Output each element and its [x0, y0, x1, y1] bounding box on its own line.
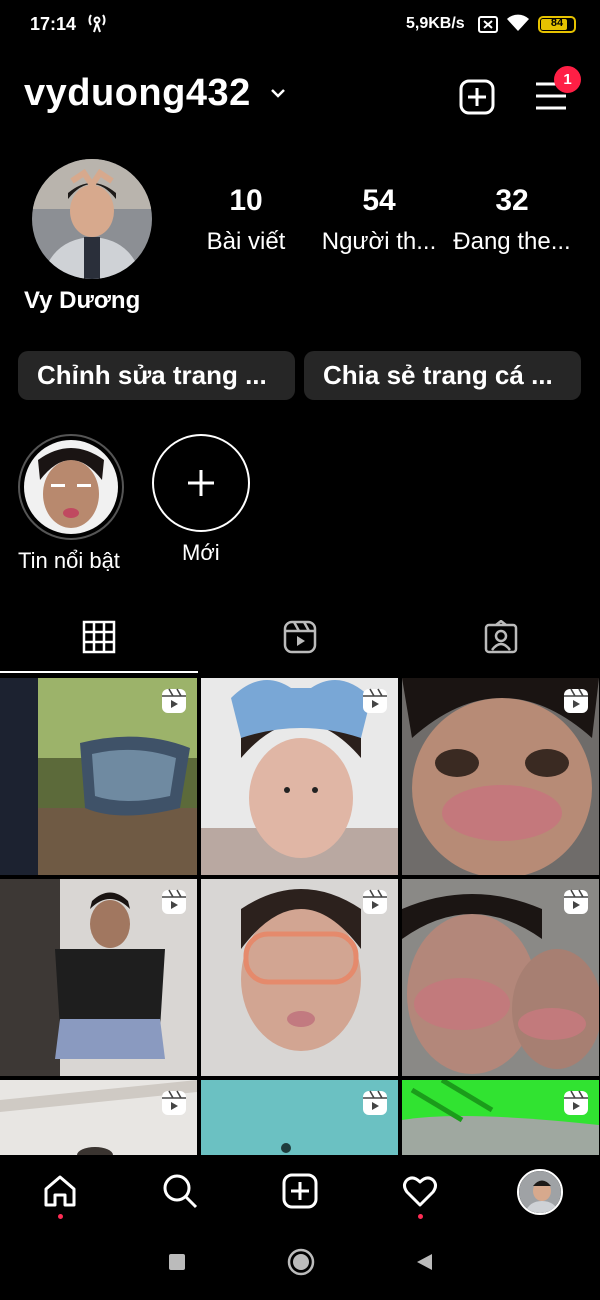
- stat-posts-label: Bài viết: [206, 228, 286, 255]
- new-highlight-label: Mới: [182, 540, 220, 565]
- heart-icon[interactable]: [401, 1172, 439, 1210]
- profile-avatar[interactable]: [32, 159, 152, 279]
- back-icon[interactable]: [414, 1252, 434, 1272]
- post-thumbnail[interactable]: [201, 879, 398, 1076]
- profile-avatar[interactable]: [517, 1169, 563, 1215]
- reel-icon: [564, 889, 588, 914]
- search-icon[interactable]: [161, 1172, 199, 1210]
- home-button-icon[interactable]: [287, 1248, 315, 1276]
- reel-icon: [162, 1090, 186, 1115]
- no-sim-icon: [478, 16, 498, 33]
- reel-icon: [363, 1090, 387, 1115]
- post-thumbnail[interactable]: [0, 1080, 197, 1155]
- activity-notification-dot: [418, 1214, 423, 1219]
- stat-following-label: Đang the...: [453, 228, 571, 255]
- reel-icon: [564, 1090, 588, 1115]
- display-name: Vy Dương: [24, 287, 141, 314]
- reel-icon: [363, 889, 387, 914]
- post-thumbnail[interactable]: [402, 678, 599, 875]
- reel-icon: [162, 688, 186, 713]
- stat-posts-value: 10: [229, 184, 263, 217]
- system-navigation-bar: [0, 1228, 600, 1300]
- highlight-label: Tin nổi bật: [18, 548, 120, 573]
- grid-icon[interactable]: [82, 620, 116, 654]
- wifi-icon: [507, 14, 529, 31]
- notification-badge: 1: [554, 66, 581, 93]
- reel-icon: [363, 688, 387, 713]
- post-thumbnail[interactable]: [201, 678, 398, 875]
- stat-followers-value: 54: [362, 184, 396, 217]
- stat-followers-label: Người th...: [321, 228, 437, 255]
- share-profile-button[interactable]: Chia sẻ trang cá ...: [304, 351, 581, 400]
- battery-icon: 84: [538, 16, 576, 33]
- post-thumbnail[interactable]: [201, 1080, 398, 1155]
- stat-following-value: 32: [495, 184, 529, 217]
- status-bar: 17:14 5,9KB/s 84: [0, 0, 600, 50]
- stat-posts[interactable]: 10 Bài viết: [176, 184, 316, 256]
- plus-icon: [188, 470, 214, 496]
- battery-level: 84: [550, 17, 564, 29]
- stat-followers[interactable]: 54 Người th...: [309, 184, 449, 256]
- home-notification-dot: [58, 1214, 63, 1219]
- recent-apps-icon[interactable]: [168, 1253, 186, 1271]
- edit-profile-button[interactable]: Chỉnh sửa trang ...: [18, 351, 295, 400]
- post-thumbnail[interactable]: [402, 1080, 599, 1155]
- reel-icon: [564, 688, 588, 713]
- post-thumbnail[interactable]: [0, 879, 197, 1076]
- chevron-down-icon[interactable]: [268, 86, 288, 100]
- reels-icon[interactable]: [283, 620, 317, 654]
- new-highlight-button[interactable]: [152, 434, 250, 532]
- highlight-thumbnail[interactable]: [24, 440, 118, 534]
- home-icon[interactable]: [41, 1172, 79, 1210]
- post-thumbnail[interactable]: [0, 678, 197, 875]
- stat-following[interactable]: 32 Đang the...: [442, 184, 582, 256]
- status-time: 17:14: [30, 14, 77, 34]
- wireless-icon: [88, 14, 106, 33]
- tagged-icon[interactable]: [484, 620, 518, 654]
- new-post-icon[interactable]: [458, 78, 496, 116]
- create-icon[interactable]: [281, 1172, 319, 1210]
- reel-icon: [162, 889, 186, 914]
- active-tab-indicator: [0, 671, 198, 673]
- post-thumbnail[interactable]: [402, 879, 599, 1076]
- username[interactable]: vyduong432: [24, 72, 251, 115]
- network-speed: 5,9KB/s: [406, 15, 465, 32]
